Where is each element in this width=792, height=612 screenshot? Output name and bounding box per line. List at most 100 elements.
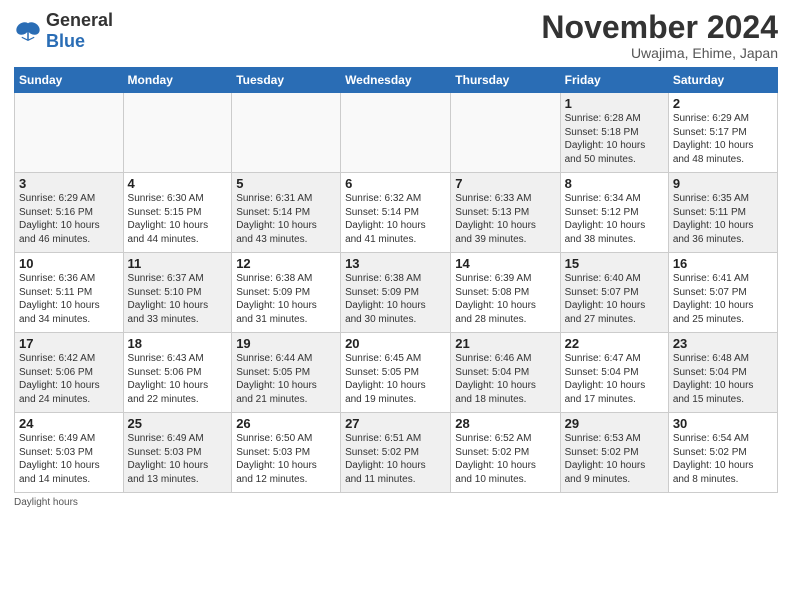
day-info: Sunrise: 6:40 AM Sunset: 5:07 PM Dayligh… <box>565 272 664 326</box>
day-number: 28 <box>455 416 555 431</box>
col-header-thursday: Thursday <box>451 68 560 93</box>
calendar-cell <box>341 93 451 173</box>
logo-text: General Blue <box>46 10 113 52</box>
day-number: 29 <box>565 416 664 431</box>
day-number: 1 <box>565 96 664 111</box>
calendar-cell: 15Sunrise: 6:40 AM Sunset: 5:07 PM Dayli… <box>560 253 668 333</box>
calendar-cell: 24Sunrise: 6:49 AM Sunset: 5:03 PM Dayli… <box>15 413 124 493</box>
header: General Blue November 2024 Uwajima, Ehim… <box>14 10 778 61</box>
day-number: 12 <box>236 256 336 271</box>
day-info: Sunrise: 6:36 AM Sunset: 5:11 PM Dayligh… <box>19 272 119 326</box>
calendar-header-row: SundayMondayTuesdayWednesdayThursdayFrid… <box>15 68 778 93</box>
day-info: Sunrise: 6:49 AM Sunset: 5:03 PM Dayligh… <box>19 432 119 486</box>
day-info: Sunrise: 6:47 AM Sunset: 5:04 PM Dayligh… <box>565 352 664 406</box>
calendar-week-row: 24Sunrise: 6:49 AM Sunset: 5:03 PM Dayli… <box>15 413 778 493</box>
calendar-week-row: 3Sunrise: 6:29 AM Sunset: 5:16 PM Daylig… <box>15 173 778 253</box>
day-info: Sunrise: 6:34 AM Sunset: 5:12 PM Dayligh… <box>565 192 664 246</box>
col-header-sunday: Sunday <box>15 68 124 93</box>
day-info: Sunrise: 6:33 AM Sunset: 5:13 PM Dayligh… <box>455 192 555 246</box>
calendar-week-row: 10Sunrise: 6:36 AM Sunset: 5:11 PM Dayli… <box>15 253 778 333</box>
calendar-cell: 8Sunrise: 6:34 AM Sunset: 5:12 PM Daylig… <box>560 173 668 253</box>
day-info: Sunrise: 6:38 AM Sunset: 5:09 PM Dayligh… <box>236 272 336 326</box>
calendar-cell: 1Sunrise: 6:28 AM Sunset: 5:18 PM Daylig… <box>560 93 668 173</box>
day-info: Sunrise: 6:31 AM Sunset: 5:14 PM Dayligh… <box>236 192 336 246</box>
logo-blue: Blue <box>46 31 85 51</box>
col-header-friday: Friday <box>560 68 668 93</box>
month-title: November 2024 <box>541 10 778 45</box>
day-number: 27 <box>345 416 446 431</box>
day-info: Sunrise: 6:52 AM Sunset: 5:02 PM Dayligh… <box>455 432 555 486</box>
calendar-cell <box>232 93 341 173</box>
calendar-cell: 27Sunrise: 6:51 AM Sunset: 5:02 PM Dayli… <box>341 413 451 493</box>
calendar-cell: 13Sunrise: 6:38 AM Sunset: 5:09 PM Dayli… <box>341 253 451 333</box>
calendar-cell: 5Sunrise: 6:31 AM Sunset: 5:14 PM Daylig… <box>232 173 341 253</box>
day-info: Sunrise: 6:39 AM Sunset: 5:08 PM Dayligh… <box>455 272 555 326</box>
day-info: Sunrise: 6:54 AM Sunset: 5:02 PM Dayligh… <box>673 432 773 486</box>
calendar-cell: 28Sunrise: 6:52 AM Sunset: 5:02 PM Dayli… <box>451 413 560 493</box>
calendar-cell: 11Sunrise: 6:37 AM Sunset: 5:10 PM Dayli… <box>123 253 232 333</box>
calendar-cell: 2Sunrise: 6:29 AM Sunset: 5:17 PM Daylig… <box>668 93 777 173</box>
calendar-cell: 16Sunrise: 6:41 AM Sunset: 5:07 PM Dayli… <box>668 253 777 333</box>
calendar-cell: 26Sunrise: 6:50 AM Sunset: 5:03 PM Dayli… <box>232 413 341 493</box>
day-number: 30 <box>673 416 773 431</box>
day-info: Sunrise: 6:37 AM Sunset: 5:10 PM Dayligh… <box>128 272 228 326</box>
calendar-cell: 25Sunrise: 6:49 AM Sunset: 5:03 PM Dayli… <box>123 413 232 493</box>
calendar-cell: 23Sunrise: 6:48 AM Sunset: 5:04 PM Dayli… <box>668 333 777 413</box>
calendar-cell: 7Sunrise: 6:33 AM Sunset: 5:13 PM Daylig… <box>451 173 560 253</box>
calendar-cell: 21Sunrise: 6:46 AM Sunset: 5:04 PM Dayli… <box>451 333 560 413</box>
page: General Blue November 2024 Uwajima, Ehim… <box>0 0 792 612</box>
calendar-cell: 19Sunrise: 6:44 AM Sunset: 5:05 PM Dayli… <box>232 333 341 413</box>
day-number: 18 <box>128 336 228 351</box>
day-info: Sunrise: 6:44 AM Sunset: 5:05 PM Dayligh… <box>236 352 336 406</box>
col-header-tuesday: Tuesday <box>232 68 341 93</box>
day-number: 2 <box>673 96 773 111</box>
day-number: 7 <box>455 176 555 191</box>
day-info: Sunrise: 6:35 AM Sunset: 5:11 PM Dayligh… <box>673 192 773 246</box>
day-number: 17 <box>19 336 119 351</box>
calendar-cell: 18Sunrise: 6:43 AM Sunset: 5:06 PM Dayli… <box>123 333 232 413</box>
title-block: November 2024 Uwajima, Ehime, Japan <box>541 10 778 61</box>
calendar-cell: 4Sunrise: 6:30 AM Sunset: 5:15 PM Daylig… <box>123 173 232 253</box>
day-number: 22 <box>565 336 664 351</box>
day-info: Sunrise: 6:48 AM Sunset: 5:04 PM Dayligh… <box>673 352 773 406</box>
day-number: 11 <box>128 256 228 271</box>
calendar-cell: 22Sunrise: 6:47 AM Sunset: 5:04 PM Dayli… <box>560 333 668 413</box>
calendar-cell <box>123 93 232 173</box>
day-info: Sunrise: 6:41 AM Sunset: 5:07 PM Dayligh… <box>673 272 773 326</box>
calendar-cell <box>451 93 560 173</box>
day-number: 4 <box>128 176 228 191</box>
day-number: 10 <box>19 256 119 271</box>
calendar-cell: 10Sunrise: 6:36 AM Sunset: 5:11 PM Dayli… <box>15 253 124 333</box>
day-number: 8 <box>565 176 664 191</box>
location-subtitle: Uwajima, Ehime, Japan <box>541 45 778 61</box>
day-number: 24 <box>19 416 119 431</box>
logo-general: General <box>46 10 113 30</box>
day-info: Sunrise: 6:38 AM Sunset: 5:09 PM Dayligh… <box>345 272 446 326</box>
logo: General Blue <box>14 10 113 52</box>
day-number: 3 <box>19 176 119 191</box>
col-header-monday: Monday <box>123 68 232 93</box>
day-info: Sunrise: 6:46 AM Sunset: 5:04 PM Dayligh… <box>455 352 555 406</box>
day-number: 25 <box>128 416 228 431</box>
day-info: Sunrise: 6:49 AM Sunset: 5:03 PM Dayligh… <box>128 432 228 486</box>
day-number: 23 <box>673 336 773 351</box>
day-number: 5 <box>236 176 336 191</box>
calendar-cell: 12Sunrise: 6:38 AM Sunset: 5:09 PM Dayli… <box>232 253 341 333</box>
day-number: 19 <box>236 336 336 351</box>
day-number: 20 <box>345 336 446 351</box>
calendar-cell: 17Sunrise: 6:42 AM Sunset: 5:06 PM Dayli… <box>15 333 124 413</box>
calendar-week-row: 17Sunrise: 6:42 AM Sunset: 5:06 PM Dayli… <box>15 333 778 413</box>
calendar-cell: 14Sunrise: 6:39 AM Sunset: 5:08 PM Dayli… <box>451 253 560 333</box>
footer-note: Daylight hours <box>14 497 778 508</box>
calendar-cell: 6Sunrise: 6:32 AM Sunset: 5:14 PM Daylig… <box>341 173 451 253</box>
calendar-week-row: 1Sunrise: 6:28 AM Sunset: 5:18 PM Daylig… <box>15 93 778 173</box>
day-info: Sunrise: 6:29 AM Sunset: 5:17 PM Dayligh… <box>673 112 773 166</box>
day-info: Sunrise: 6:28 AM Sunset: 5:18 PM Dayligh… <box>565 112 664 166</box>
day-number: 14 <box>455 256 555 271</box>
day-info: Sunrise: 6:29 AM Sunset: 5:16 PM Dayligh… <box>19 192 119 246</box>
day-number: 16 <box>673 256 773 271</box>
day-info: Sunrise: 6:30 AM Sunset: 5:15 PM Dayligh… <box>128 192 228 246</box>
day-info: Sunrise: 6:50 AM Sunset: 5:03 PM Dayligh… <box>236 432 336 486</box>
day-number: 21 <box>455 336 555 351</box>
day-info: Sunrise: 6:45 AM Sunset: 5:05 PM Dayligh… <box>345 352 446 406</box>
